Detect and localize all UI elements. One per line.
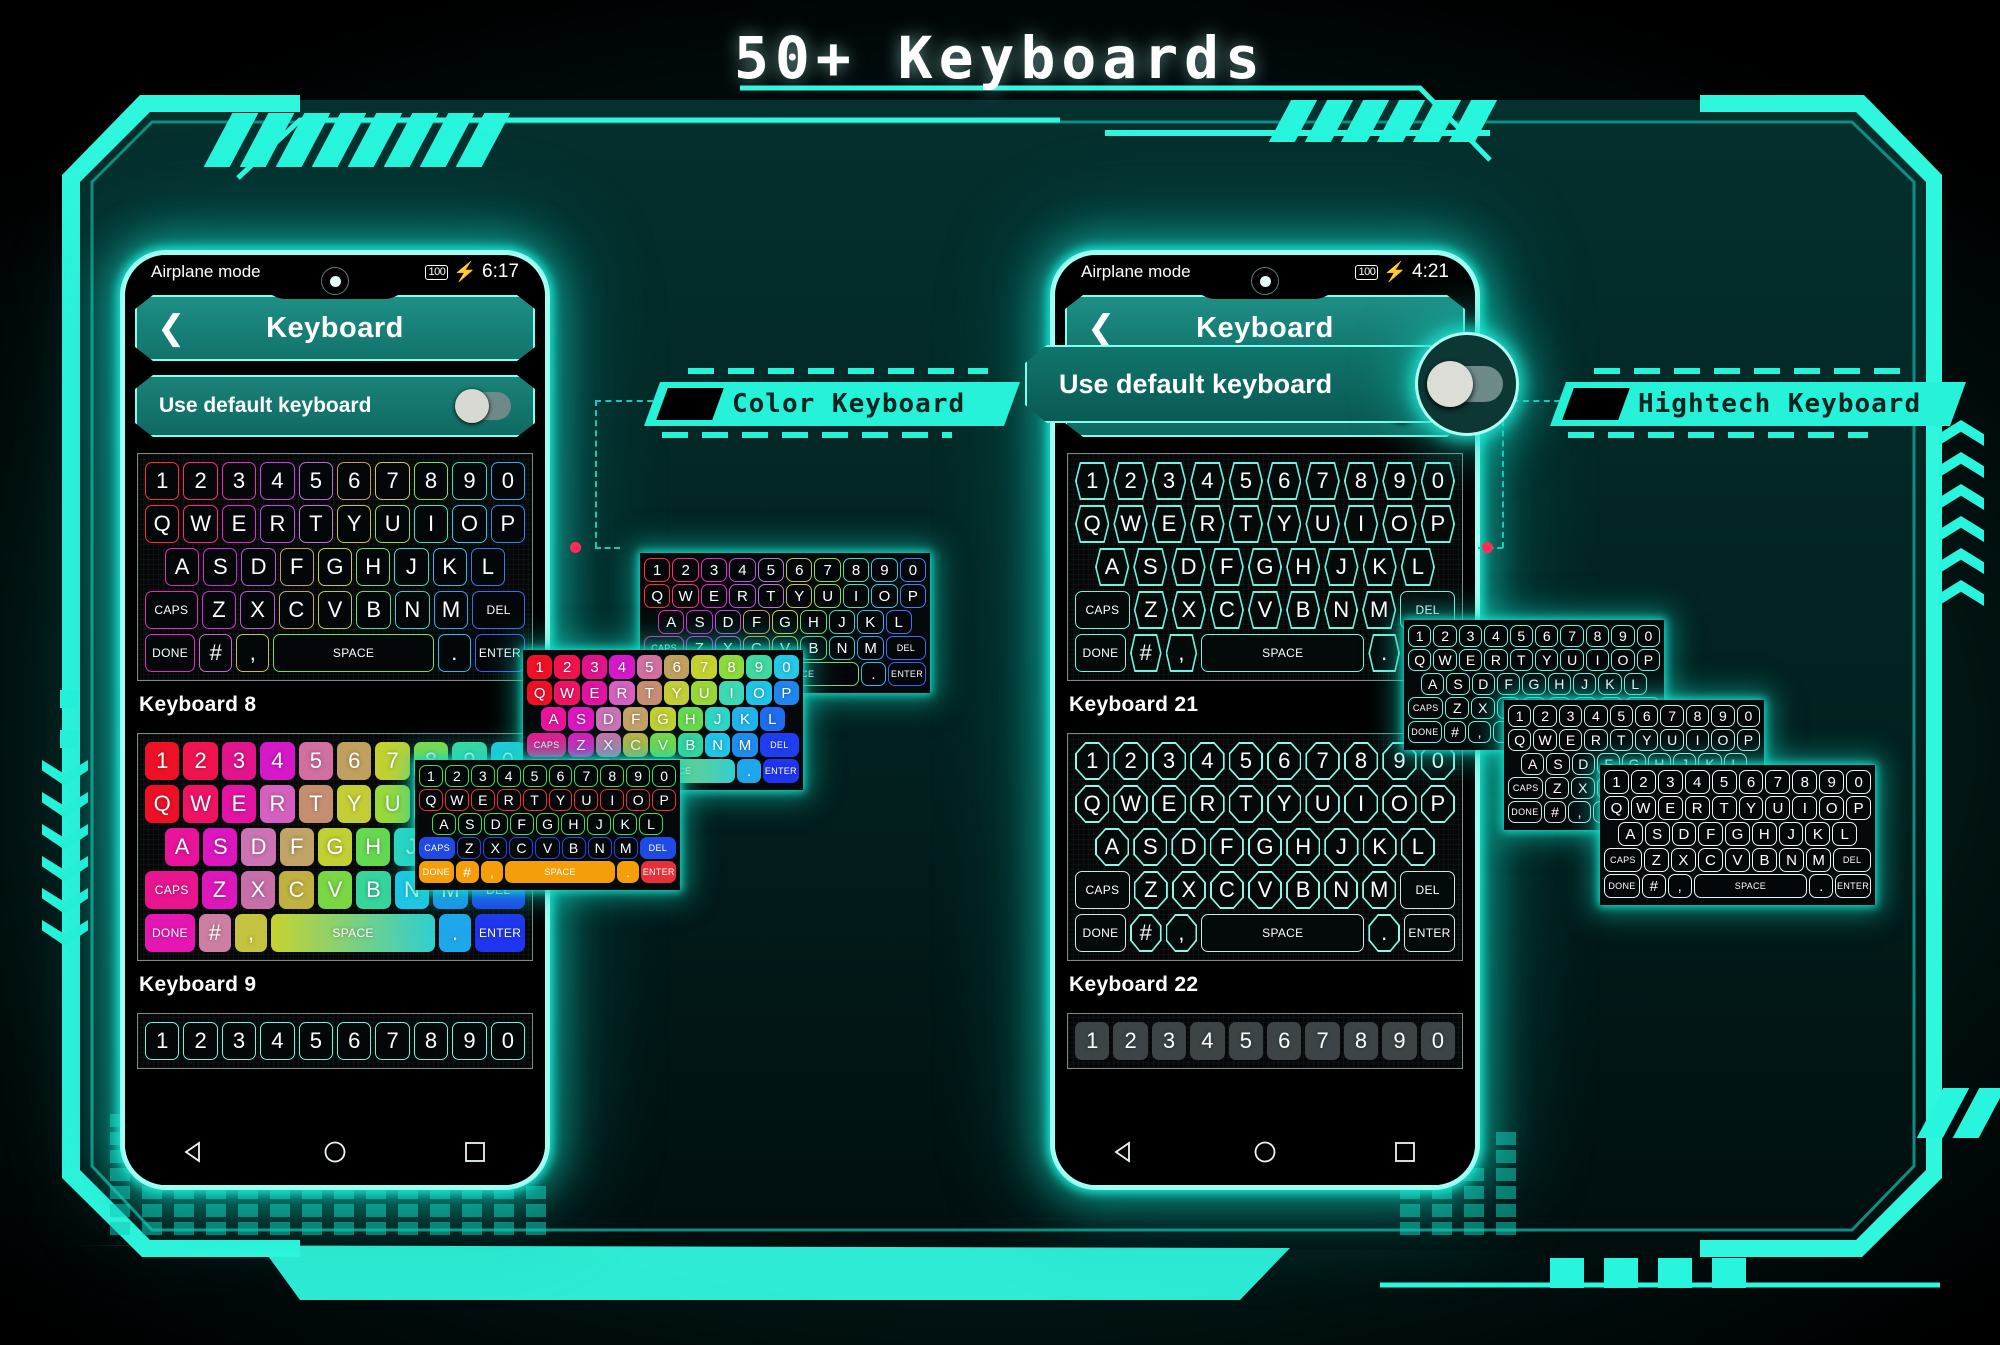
keyboard-label-9: Keyboard 9 [139, 973, 257, 996]
home-circle-icon[interactable] [1252, 1139, 1278, 1170]
callout-marker-block [1562, 388, 1630, 420]
leader-dot-color [570, 542, 581, 553]
left-chevrons-down [42, 760, 88, 946]
right-lower-stripes [1916, 1088, 2000, 1138]
appbar-dash-bottom [177, 363, 443, 368]
charging-bolt-icon: ⚡ [453, 262, 478, 283]
floating-keyboard-teal-small-c[interactable]: 1 2 3 4 5 6 7 8 9 0 Q W E R T Y U I O P … [1600, 765, 1875, 905]
phone-left: Airplane mode ✈ 📹 100 ⚡ 6:17 ❮ Keyboard … [120, 250, 550, 1190]
status-time: 4:21 [1412, 261, 1449, 282]
keyboard-preview-22[interactable]: 12 34 56 78 90 QW ER TY UI OP AS DF GH J… [1067, 733, 1463, 961]
callout-marker-block [656, 388, 724, 420]
callout-dash-top [1594, 368, 1904, 374]
keyboard-label-22: Keyboard 22 [1069, 973, 1199, 996]
callout-label: Hightech Keyboard [1638, 389, 1922, 419]
airplane-mode-label: Airplane mode [151, 262, 261, 281]
callout-band: Color Keyboard [643, 382, 1021, 426]
charging-bolt-icon: ⚡ [1383, 262, 1408, 283]
right-chevrons-up [1938, 420, 1984, 606]
battery-badge: 100 [425, 264, 449, 280]
leader-line-hightech-vertical [1502, 400, 1504, 548]
callout-dash-top [688, 368, 988, 374]
leader-dot-hightech [1482, 542, 1493, 553]
left-square-markers [60, 690, 78, 748]
keyboard-label-8: Keyboard 8 [139, 693, 257, 716]
front-camera-icon [1251, 267, 1279, 295]
use-default-keyboard-row-left[interactable]: Use default keyboard [135, 375, 535, 437]
keyboard-preview-8[interactable]: 1 2 3 4 5 6 7 8 9 0 Q W E R T Y U I O P … [137, 453, 533, 681]
callout-hightech-keyboard: Hightech Keyboard [1549, 368, 1967, 438]
keyboard-preview-partial-left[interactable]: 1 2 3 4 5 6 7 8 9 0 [137, 1013, 533, 1069]
leader-line-color-bottom [595, 547, 620, 549]
callout-label: Color Keyboard [732, 389, 966, 419]
back-triangle-icon[interactable] [1112, 1139, 1138, 1170]
use-default-keyboard-label: Use default keyboard [159, 394, 372, 417]
callout-dash-bottom [1568, 432, 1868, 438]
recents-square-icon[interactable] [462, 1139, 488, 1170]
app-bar-left: ❮ Keyboard [135, 295, 535, 361]
leader-line-color-vertical [595, 400, 597, 548]
android-nav-bar-left [125, 1123, 545, 1185]
callout-color-keyboard: Color Keyboard [643, 368, 1021, 438]
magnified-toggle-switch[interactable] [1427, 361, 1503, 407]
magnified-toggle-lens[interactable] [1415, 332, 1519, 436]
top-left-stripes [203, 113, 511, 167]
battery-badge: 100 [1355, 264, 1379, 280]
app-bar-title: Keyboard [1196, 311, 1334, 344]
callout-band: Hightech Keyboard [1549, 382, 1967, 426]
top-right-stripes [1268, 100, 1498, 142]
recents-square-icon[interactable] [1392, 1139, 1418, 1170]
status-time: 6:17 [482, 261, 519, 282]
front-camera-icon [321, 267, 349, 295]
bottom-right-squares [1550, 1258, 1746, 1288]
magnified-setting-label: Use default keyboard [1059, 368, 1333, 399]
keyboard-preview-partial-right[interactable]: 1 2 3 4 5 6 7 8 9 0 [1067, 1013, 1463, 1069]
page-title: 50+ Keyboards [734, 24, 1266, 92]
airplane-mode-label: Airplane mode [1081, 262, 1191, 281]
home-circle-icon[interactable] [322, 1139, 348, 1170]
callout-dash-bottom [662, 432, 952, 438]
app-bar-title: Keyboard [266, 311, 404, 344]
use-default-keyboard-toggle[interactable] [455, 392, 511, 420]
android-nav-bar-right [1055, 1123, 1475, 1185]
back-triangle-icon[interactable] [182, 1139, 208, 1170]
floating-keyboard-green-blue[interactable]: 1 2 3 4 5 6 7 8 9 0 Q W E R T Y U I O P … [415, 760, 680, 890]
